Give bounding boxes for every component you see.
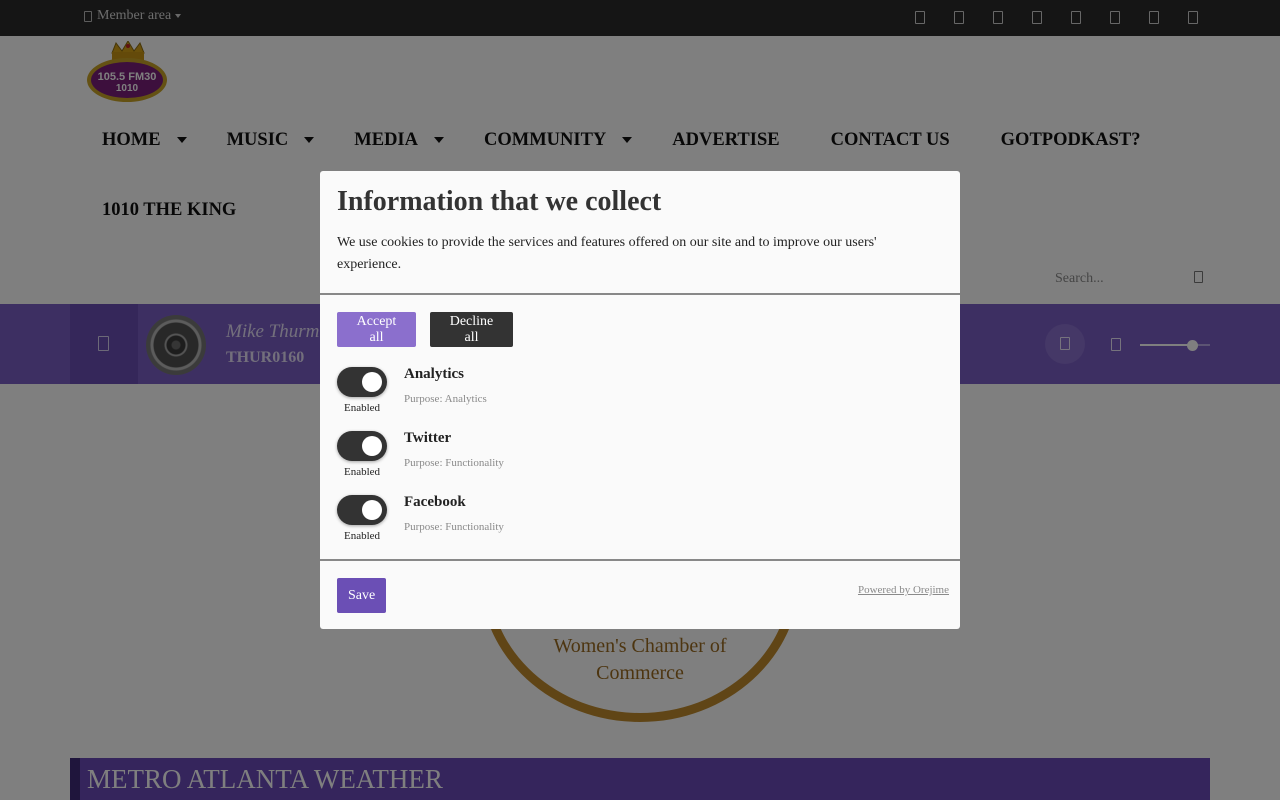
purpose-name: Facebook xyxy=(404,494,466,510)
powered-by-link[interactable]: Powered by Orejime xyxy=(858,584,949,596)
toggle-state-label: Enabled xyxy=(343,466,381,478)
facebook-toggle[interactable] xyxy=(337,495,387,525)
toggle-state-label: Enabled xyxy=(343,530,381,542)
purpose-description: Purpose: Functionality xyxy=(404,457,504,469)
accept-all-button[interactable]: Accept all xyxy=(337,312,416,347)
toggle-state-label: Enabled xyxy=(343,402,381,414)
purpose-name: Twitter xyxy=(404,430,452,446)
save-button[interactable]: Save xyxy=(337,578,386,613)
purpose-twitter: Enabled Twitter Purpose: Functionality xyxy=(337,430,937,481)
analytics-toggle[interactable] xyxy=(337,367,387,397)
modal-title: Information that we collect xyxy=(337,186,662,217)
modal-description: We use cookies to provide the services a… xyxy=(337,235,877,272)
purpose-description: Purpose: Analytics xyxy=(404,393,487,405)
modal-divider-bottom xyxy=(320,559,960,561)
purpose-name: Analytics xyxy=(404,366,464,382)
purpose-analytics: Enabled Analytics Purpose: Analytics xyxy=(337,366,937,417)
twitter-toggle[interactable] xyxy=(337,431,387,461)
toggle-knob xyxy=(362,436,382,456)
decline-all-button[interactable]: Decline all xyxy=(430,312,513,347)
cookie-consent-modal: Information that we collect We use cooki… xyxy=(320,171,960,629)
modal-divider-top xyxy=(320,293,960,295)
purpose-description: Purpose: Functionality xyxy=(404,521,504,533)
toggle-knob xyxy=(362,372,382,392)
purpose-facebook: Enabled Facebook Purpose: Functionality xyxy=(337,494,937,545)
toggle-knob xyxy=(362,500,382,520)
